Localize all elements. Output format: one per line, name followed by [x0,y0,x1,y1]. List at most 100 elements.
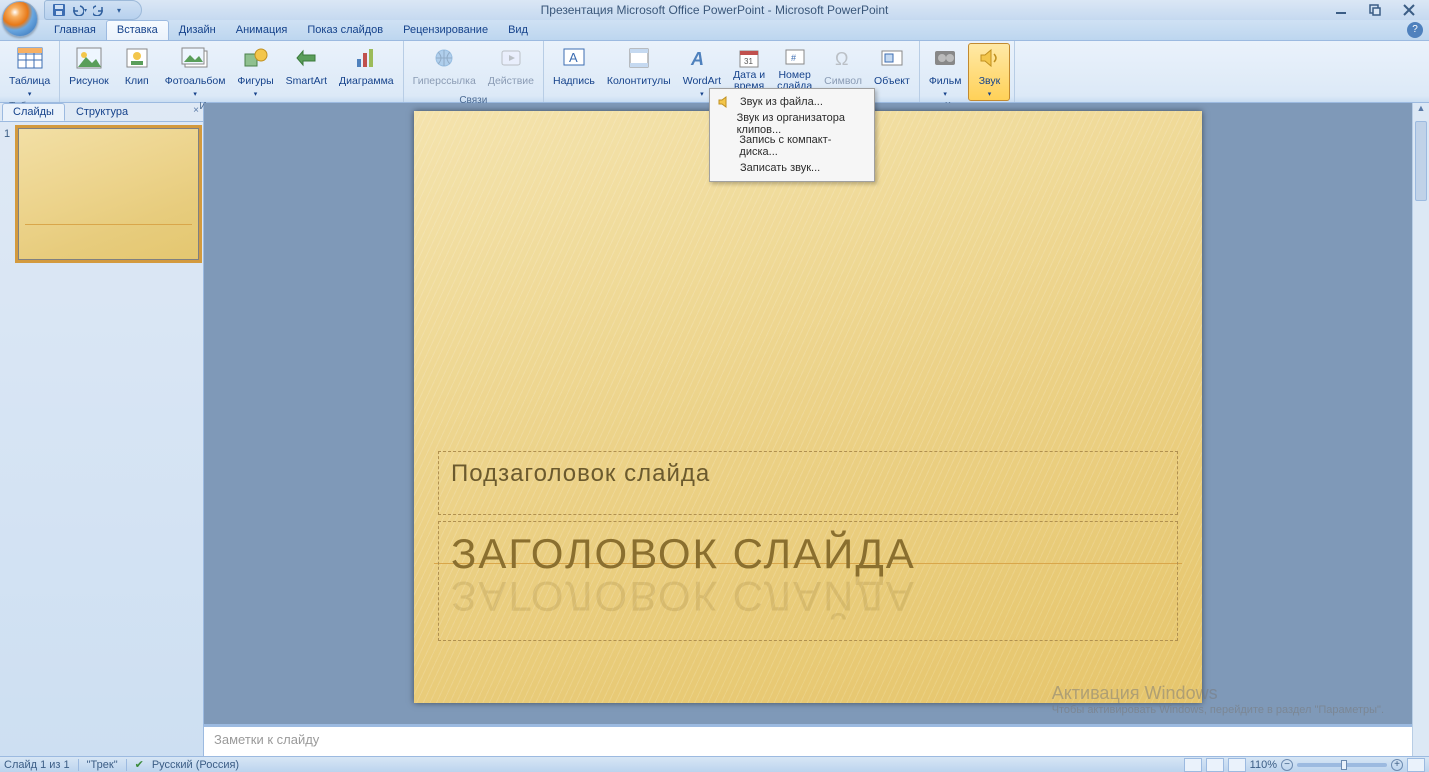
group-illustrations: Рисунок Клип Фотоальбом▾ Фигуры▾ SmartAr… [60,41,403,102]
thumbnail-preview [18,128,199,260]
save-icon[interactable] [51,2,67,18]
group-tables: Таблица ▾ Таблицы [0,41,60,102]
group-links: Гиперссылка Действие Связи [404,41,544,102]
insert-action-label: Действие [488,70,534,92]
insert-smartart-button[interactable]: SmartArt [281,43,332,101]
maximize-button[interactable] [1363,2,1387,18]
ribbon-tabs: Главная Вставка Дизайн Анимация Показ сл… [0,20,1429,41]
sound-icon [714,94,734,110]
shapes-icon [240,46,272,70]
fit-window-button[interactable] [1407,758,1425,772]
redo-icon[interactable] [91,2,107,18]
record-sound-label: Записать звук... [740,162,820,174]
title-text: ЗАГОЛОВОК СЛАЙДА [451,530,916,577]
notes-placeholder: Заметки к слайду [214,732,319,747]
title-reflection: ЗАГОЛОВОК СЛАЙДА [451,572,1165,620]
minimize-button[interactable] [1329,2,1353,18]
sound-icon [973,46,1005,70]
pane-tab-slides[interactable]: Слайды [2,103,65,121]
action-icon [495,46,527,70]
wordart-icon: A [686,46,718,70]
undo-icon[interactable]: ▾ [71,2,87,18]
office-button[interactable] [2,1,38,37]
zoom-in-button[interactable]: + [1391,759,1403,771]
insert-textbox-button[interactable]: A Надпись [548,43,600,101]
close-button[interactable] [1397,2,1421,18]
sound-from-organizer-label: Звук из организатора клипов... [737,112,866,136]
pane-tab-outline[interactable]: Структура [65,103,139,121]
zoom-out-button[interactable]: − [1281,759,1293,771]
insert-album-button[interactable]: Фотоальбом▾ [160,43,231,101]
tab-insert[interactable]: Вставка [106,20,169,40]
slide[interactable]: Подзаголовок слайда ЗАГОЛОВОК СЛАЙДА ЗАГ… [414,111,1202,703]
insert-movie-button[interactable]: Фильм▾ [924,43,967,101]
title-bar: ▾ ▾ Презентация Microsoft Office PowerPo… [0,0,1429,20]
chevron-down-icon: ▾ [28,90,32,98]
vertical-scrollbar[interactable]: ▲ [1412,103,1429,756]
photo-album-icon [179,46,211,70]
chevron-down-icon: ▾ [254,90,258,98]
symbol-icon: Ω [827,46,859,70]
sound-from-cd-label: Запись с компакт-диска... [739,134,866,158]
insert-action-button[interactable]: Действие [483,43,539,95]
hyperlink-icon [428,46,460,70]
insert-picture-button[interactable]: Рисунок [64,43,114,101]
insert-smartart-label: SmartArt [286,70,327,92]
sound-from-cd-item[interactable]: Запись с компакт-диска... [712,135,872,157]
tab-home[interactable]: Главная [44,21,106,40]
normal-view-button[interactable] [1184,758,1202,772]
notes-pane[interactable]: Заметки к слайду [204,724,1412,756]
title-placeholder[interactable]: ЗАГОЛОВОК СЛАЙДА ЗАГОЛОВОК СЛАЙДА [438,521,1178,641]
spellcheck-icon[interactable]: ✔ [135,758,144,771]
chart-icon [350,46,382,70]
headerfooter-icon [623,46,655,70]
insert-clipart-button[interactable]: Клип [116,43,158,101]
picture-icon [73,46,105,70]
slide-thumbnail[interactable]: 1 [4,128,199,260]
datetime-icon: 31 [733,46,765,70]
chevron-down-icon: ▾ [943,90,947,98]
thumbnail-area[interactable]: 1 [0,122,203,756]
window-controls [1323,0,1427,20]
clipart-icon [121,46,153,70]
table-icon [14,46,46,70]
tab-slideshow[interactable]: Показ слайдов [297,21,393,40]
chevron-down-icon: ▾ [193,90,197,98]
insert-shapes-button[interactable]: Фигуры▾ [232,43,278,101]
insert-table-button[interactable]: Таблица ▾ [4,43,55,101]
object-icon [876,46,908,70]
window-title: Презентация Microsoft Office PowerPoint … [0,3,1429,17]
record-sound-item[interactable]: Записать звук... [712,157,872,179]
pane-tabs: Слайды Структура × [0,103,203,122]
tab-design[interactable]: Дизайн [169,21,226,40]
slideshow-view-button[interactable] [1228,758,1246,772]
sorter-view-button[interactable] [1206,758,1224,772]
insert-textbox-label: Надпись [553,70,595,92]
qat-customize-icon[interactable]: ▾ [111,2,127,18]
help-icon[interactable]: ? [1407,22,1423,38]
insert-table-label: Таблица [9,70,50,92]
tab-view[interactable]: Вид [498,21,538,40]
insert-chart-label: Диаграмма [339,70,394,92]
chevron-down-icon: ▾ [700,90,704,98]
insert-hyperlink-button[interactable]: Гиперссылка [408,43,481,95]
insert-object-button[interactable]: Объект [869,43,915,101]
editor-pane: Подзаголовок слайда ЗАГОЛОВОК СЛАЙДА ЗАГ… [204,103,1412,756]
tab-review[interactable]: Рецензирование [393,21,498,40]
sound-from-file-item[interactable]: Звук из файла... [712,91,872,113]
insert-chart-button[interactable]: Диаграмма [334,43,399,101]
svg-text:A: A [569,50,578,65]
quick-access-toolbar: ▾ ▾ [44,0,142,20]
insert-sound-button[interactable]: Звук▾ [968,43,1010,101]
insert-movie-label: Фильм [929,70,962,92]
zoom-slider[interactable] [1297,763,1387,767]
close-pane-icon[interactable]: × [193,105,199,116]
status-language[interactable]: Русский (Россия) [152,759,239,771]
zoom-level: 110% [1250,759,1277,771]
subtitle-placeholder[interactable]: Подзаголовок слайда [438,451,1178,515]
insert-picture-label: Рисунок [69,70,109,92]
insert-headerfooter-button[interactable]: Колонтитулы [602,43,676,101]
tab-animation[interactable]: Анимация [226,21,298,40]
sound-from-organizer-item[interactable]: Звук из организатора клипов... [712,113,872,135]
slide-canvas-area[interactable]: Подзаголовок слайда ЗАГОЛОВОК СЛАЙДА ЗАГ… [204,103,1412,724]
